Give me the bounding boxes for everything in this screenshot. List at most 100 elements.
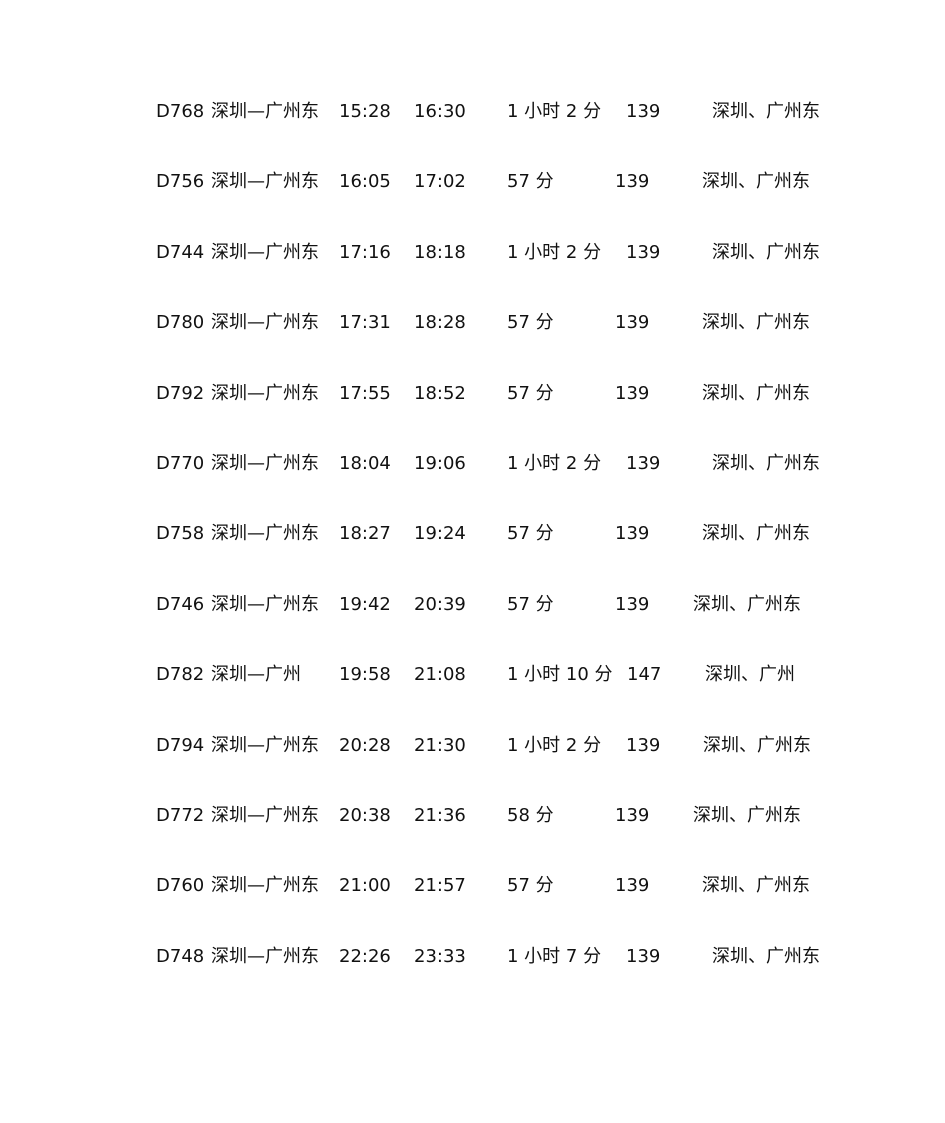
duration-cell: 57 分 (507, 523, 554, 545)
depart-cell: 20:38 (339, 805, 391, 826)
schedule-row: D756 深圳—广州东 16:05 17:02 57 分 139 深圳、广州东 (0, 170, 945, 194)
train-cell: D792 (156, 382, 205, 404)
duration-cell: 1 小时 2 分 (507, 101, 602, 122)
schedule-row: D782 深圳—广州 19:58 21:08 1 小时 10 分 147 深圳、广州 (0, 663, 945, 687)
stations-cell: 深圳、广州东 (712, 945, 820, 967)
stations-cell: 深圳、广州东 (712, 241, 820, 263)
depart-cell: 22:26 (339, 945, 391, 967)
schedule-row: D770 深圳—广州东 18:04 19:06 1 小时 2 分 139 深圳、广州东 (0, 452, 945, 476)
duration-cell: 1 小时 10 分 (507, 664, 613, 686)
price-cell: 139 (626, 453, 661, 474)
arrive-cell: 23:33 (414, 945, 466, 967)
route-cell: 深圳—广州东 (211, 593, 319, 615)
stations-cell: 深圳、广州东 (702, 382, 810, 404)
duration-cell: 1 小时 2 分 (507, 453, 602, 474)
arrive-cell: 16:30 (414, 101, 466, 122)
duration-cell: 57 分 (507, 593, 554, 615)
price-cell: 139 (615, 805, 650, 826)
schedule-row: D760 深圳—广州东 21:00 21:57 57 分 139 深圳、广州东 (0, 874, 945, 898)
schedule-row: D794 深圳—广州东 20:28 21:30 1 小时 2 分 139 深圳、广州东 (0, 734, 945, 758)
arrive-cell: 21:08 (414, 664, 466, 686)
depart-cell: 17:31 (339, 312, 391, 334)
schedule-row: D758 深圳—广州东 18:27 19:24 57 分 139 深圳、广州东 (0, 522, 945, 546)
duration-cell: 57 分 (507, 312, 554, 334)
price-cell: 139 (615, 312, 650, 334)
stations-cell: 深圳、广州东 (702, 523, 810, 545)
route-cell: 深圳—广州东 (211, 523, 319, 545)
arrive-cell: 18:52 (414, 382, 466, 404)
price-cell: 139 (615, 523, 650, 545)
train-cell: D768 (156, 101, 205, 122)
stations-cell: 深圳、广州东 (712, 453, 820, 474)
arrive-cell: 19:06 (414, 453, 466, 474)
route-cell: 深圳—广州东 (211, 171, 319, 193)
arrive-cell: 21:36 (414, 805, 466, 826)
schedule-row: D792 深圳—广州东 17:55 18:52 57 分 139 深圳、广州东 (0, 382, 945, 406)
schedule-row: D746 深圳—广州东 19:42 20:39 57 分 139 深圳、广州东 (0, 593, 945, 617)
route-cell: 深圳—广州东 (211, 382, 319, 404)
route-cell: 深圳—广州东 (211, 453, 319, 474)
price-cell: 139 (626, 945, 661, 967)
train-cell: D746 (156, 593, 205, 615)
duration-cell: 1 小时 7 分 (507, 945, 602, 967)
stations-cell: 深圳、广州 (705, 664, 795, 686)
train-cell: D748 (156, 945, 205, 967)
price-cell: 139 (615, 875, 650, 897)
depart-cell: 18:27 (339, 523, 391, 545)
depart-cell: 21:00 (339, 875, 391, 897)
route-cell: 深圳—广州东 (211, 945, 319, 967)
depart-cell: 20:28 (339, 734, 391, 756)
depart-cell: 15:28 (339, 101, 391, 122)
arrive-cell: 19:24 (414, 523, 466, 545)
price-cell: 139 (626, 241, 661, 263)
arrive-cell: 20:39 (414, 593, 466, 615)
arrive-cell: 17:02 (414, 171, 466, 193)
schedule-row: D780 深圳—广州东 17:31 18:28 57 分 139 深圳、广州东 (0, 311, 945, 335)
duration-cell: 57 分 (507, 382, 554, 404)
duration-cell: 1 小时 2 分 (507, 241, 602, 263)
duration-cell: 57 分 (507, 875, 554, 897)
route-cell: 深圳—广州东 (211, 241, 319, 263)
stations-cell: 深圳、广州东 (703, 734, 811, 756)
route-cell: 深圳—广州东 (211, 312, 319, 334)
price-cell: 139 (615, 382, 650, 404)
route-cell: 深圳—广州 (211, 664, 301, 686)
duration-cell: 58 分 (507, 805, 554, 826)
train-cell: D772 (156, 805, 205, 826)
train-cell: D760 (156, 875, 205, 897)
duration-cell: 57 分 (507, 171, 554, 193)
depart-cell: 19:58 (339, 664, 391, 686)
depart-cell: 16:05 (339, 171, 391, 193)
train-cell: D780 (156, 312, 205, 334)
train-cell: D744 (156, 241, 205, 263)
schedule-row: D744 深圳—广州东 17:16 18:18 1 小时 2 分 139 深圳、广州东 (0, 241, 945, 265)
duration-cell: 1 小时 2 分 (507, 734, 602, 756)
route-cell: 深圳—广州东 (211, 734, 319, 756)
train-cell: D770 (156, 453, 205, 474)
price-cell: 139 (615, 593, 650, 615)
route-cell: 深圳—广州东 (211, 875, 319, 897)
arrive-cell: 21:30 (414, 734, 466, 756)
train-cell: D794 (156, 734, 205, 756)
route-cell: 深圳—广州东 (211, 101, 319, 122)
schedule-row: D772 深圳—广州东 20:38 21:36 58 分 139 深圳、广州东 (0, 804, 945, 828)
depart-cell: 17:16 (339, 241, 391, 263)
price-cell: 139 (615, 171, 650, 193)
depart-cell: 17:55 (339, 382, 391, 404)
stations-cell: 深圳、广州东 (693, 805, 801, 826)
depart-cell: 19:42 (339, 593, 391, 615)
route-cell: 深圳—广州东 (211, 805, 319, 826)
price-cell: 139 (626, 734, 661, 756)
stations-cell: 深圳、广州东 (693, 593, 801, 615)
price-cell: 147 (627, 664, 662, 686)
stations-cell: 深圳、广州东 (702, 171, 810, 193)
stations-cell: 深圳、广州东 (702, 312, 810, 334)
price-cell: 139 (626, 101, 661, 122)
depart-cell: 18:04 (339, 453, 391, 474)
arrive-cell: 21:57 (414, 875, 466, 897)
train-cell: D758 (156, 523, 205, 545)
schedule-row: D768 深圳—广州东 15:28 16:30 1 小时 2 分 139 深圳、广州东 (0, 100, 945, 124)
schedule-row: D748 深圳—广州东 22:26 23:33 1 小时 7 分 139 深圳、广州东 (0, 945, 945, 969)
arrive-cell: 18:18 (414, 241, 466, 263)
train-cell: D782 (156, 664, 205, 686)
